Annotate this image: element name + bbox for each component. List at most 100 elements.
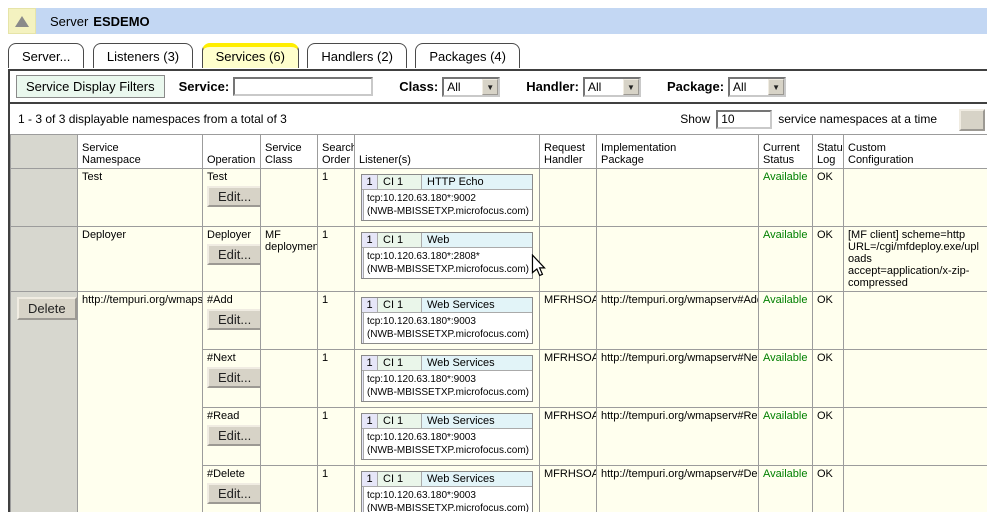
listener-box: 1 CI 1 HTTP Echo tcp:10.120.63.180*:9002… [361,174,533,221]
service-filter-input[interactable] [233,77,373,96]
cell-current-status: Available [759,292,813,350]
cell-implementation-package [597,169,759,227]
listener-endpoint: tcp:10.120.63.180*:9003 [367,373,529,386]
cell-implementation-package: http://tempuri.org/wmapserv#Read [597,408,759,466]
class-filter-select[interactable]: All ▼ [442,77,500,97]
cell-implementation-package: http://tempuri.org/wmapserv#Delete [597,466,759,512]
table-row: Test Test Edit... 1 1 CI 1 HTTP Echo [11,169,987,227]
cell-current-status: Available [759,169,813,227]
listener-box: 1 CI 1 Web Services tcp:10.120.63.180*:9… [361,471,533,512]
header-request-handler: Request Handler [540,135,597,169]
tab-handlers[interactable]: Handlers (2) [307,43,407,68]
show-count-input[interactable] [716,110,772,129]
listener-endpoint: tcp:10.120.63.180*:9003 [367,315,529,328]
cell-operation: #Next Edit... [203,350,261,408]
tab-server[interactable]: Server... [8,43,84,68]
cell-status-log: OK [813,292,844,350]
chevron-down-icon[interactable]: ▼ [768,79,784,95]
cell-custom-configuration: [MF client] scheme=http URL=/cgi/mfdeplo… [844,227,987,292]
cell-request-handler: MFRHSOAP [540,350,597,408]
cell-implementation-package: http://tempuri.org/wmapserv#Add [597,292,759,350]
cell-status-log: OK [813,466,844,512]
cell-implementation-package: http://tempuri.org/wmapserv#Next [597,350,759,408]
namespace-count-summary: 1 - 3 of 3 displayable namespaces from a… [18,112,680,126]
listener-instance: CI 1 [378,175,422,189]
package-filter-label: Package: [667,79,724,94]
listener-address: tcp:10.120.63.180*:9002 (NWB-MBISSETXP.m… [364,190,532,220]
listener-type: Web Services [422,356,532,370]
show-suffix-label: service namespaces at a time [778,112,937,126]
edit-button[interactable]: Edit... [207,483,261,504]
cell-custom-configuration [844,466,987,512]
cell-search-order: 1 [318,350,355,408]
package-filter-select[interactable]: All ▼ [728,77,786,97]
cell-operation: Test Edit... [203,169,261,227]
listener-type: HTTP Echo [422,175,532,189]
cell-service-class [261,350,318,408]
edit-button[interactable]: Edit... [207,186,261,207]
delete-button[interactable]: Delete [17,297,77,320]
edit-button[interactable]: Edit... [207,425,261,446]
listener-type: Web [422,233,532,247]
listener-host: (NWB-MBISSETXP.microfocus.com) [367,263,529,276]
header-status-log: Status Log [813,135,844,169]
refresh-button-partial[interactable] [959,109,985,131]
class-filter-label: Class: [399,79,438,94]
cell-search-order: 1 [318,408,355,466]
edit-button[interactable]: Edit... [207,309,261,330]
header-search-order: Search Order [318,135,355,169]
tab-packages[interactable]: Packages (4) [415,43,520,68]
collapse-button[interactable] [8,8,36,34]
cell-implementation-package [597,227,759,292]
header-listeners: Listener(s) [355,135,540,169]
chevron-down-icon[interactable]: ▼ [623,79,639,95]
cell-namespace: Deployer [78,227,203,292]
tab-listeners[interactable]: Listeners (3) [93,43,193,68]
listener-host: (NWB-MBISSETXP.microfocus.com) [367,328,529,341]
services-table: Service Namespace Operation Service Clas… [10,134,987,512]
server-title: Server ESDEMO [36,8,987,34]
row-actions-cell: Delete [11,292,78,512]
listener-host: (NWB-MBISSETXP.microfocus.com) [367,386,529,399]
listener-instance: CI 1 [378,472,422,486]
header-implementation-package: Implementation Package [597,135,759,169]
cell-service-class [261,408,318,466]
handler-filter-label: Handler: [526,79,579,94]
table-row: Delete http://tempuri.org/wmapserv #Add … [11,292,987,350]
listener-endpoint: tcp:10.120.63.180*:9003 [367,489,529,502]
edit-button[interactable]: Edit... [207,244,261,265]
listener-type: Web Services [422,414,532,428]
edit-button[interactable]: Edit... [207,367,261,388]
cell-operation: Deployer Edit... [203,227,261,292]
cell-search-order: 1 [318,466,355,512]
listener-index: 1 [362,298,378,312]
header-namespace: Service Namespace [78,135,203,169]
server-title-prefix: Server [50,14,88,29]
handler-filter-select[interactable]: All ▼ [583,77,641,97]
chevron-down-icon[interactable]: ▼ [482,79,498,95]
package-filter-value: All [730,79,768,95]
server-header-bar: Server ESDEMO [8,8,987,34]
cell-listeners: 1 CI 1 Web Services tcp:10.120.63.180*:9… [355,350,540,408]
tab-services[interactable]: Services (6) [202,43,299,68]
listener-host: (NWB-MBISSETXP.microfocus.com) [367,205,529,218]
cell-service-class: MF deployment [261,227,318,292]
cell-request-handler: MFRHSOAP [540,292,597,350]
table-header-row: Service Namespace Operation Service Clas… [11,135,987,169]
listener-instance: CI 1 [378,298,422,312]
cell-search-order: 1 [318,169,355,227]
listener-index: 1 [362,414,378,428]
row-actions-cell [11,169,78,227]
header-operation: Operation [203,135,261,169]
listener-address: tcp:10.120.63.180*:9003 (NWB-MBISSETXP.m… [364,313,532,343]
cell-custom-configuration [844,169,987,227]
triangle-up-icon [15,16,29,27]
service-filter-label: Service: [179,79,230,94]
cell-search-order: 1 [318,227,355,292]
listener-instance: CI 1 [378,414,422,428]
cell-listeners: 1 CI 1 Web Services tcp:10.120.63.180*:9… [355,292,540,350]
page: Server ESDEMO Server... Listeners (3) Se… [0,0,987,512]
cell-request-handler: MFRHSOAP [540,408,597,466]
cell-listeners: 1 CI 1 Web tcp:10.120.63.180*:2808* (NWB… [355,227,540,292]
listener-instance: CI 1 [378,233,422,247]
